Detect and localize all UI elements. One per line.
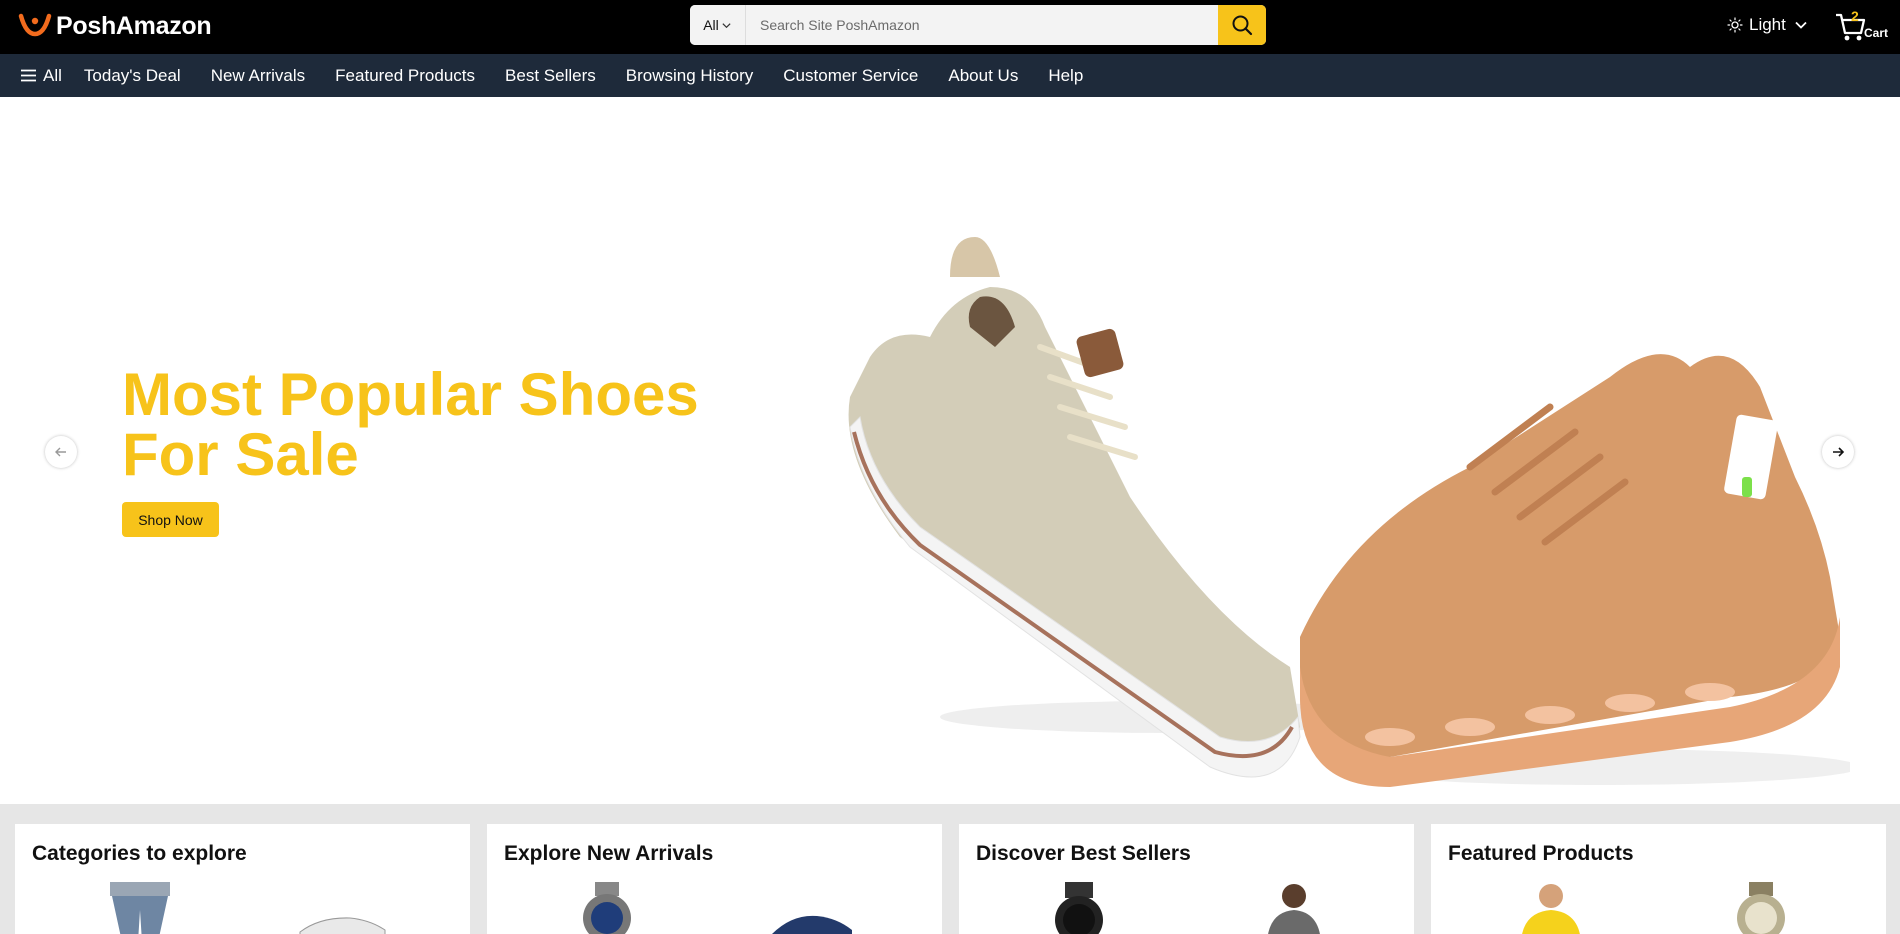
site-logo[interactable]: PoshAmazon: [18, 10, 212, 42]
card-explore-new-arrivals: Explore New Arrivals: [487, 824, 942, 934]
arrow-right-icon: [1833, 447, 1845, 457]
theme-label: Light: [1749, 15, 1786, 34]
nav-item-todays-deal[interactable]: Today's Deal: [84, 66, 181, 86]
hero-title: Most Popular Shoes For Sale: [122, 361, 699, 488]
card-categories-to-explore: Categories to explore: [15, 824, 470, 934]
yellow-shirt-thumbnail[interactable]: [1511, 882, 1591, 934]
card-title[interactable]: Featured Products: [1448, 842, 1634, 866]
tan-shoe-image: [1300, 354, 1850, 787]
nav-item-customer-service[interactable]: Customer Service: [783, 66, 918, 86]
theme-selector[interactable]: Light: [1727, 12, 1810, 38]
cart-label: Cart: [1864, 26, 1889, 40]
hamburger-icon: [21, 69, 36, 82]
sneaker-thumbnail[interactable]: [290, 882, 400, 934]
card-title[interactable]: Categories to explore: [32, 842, 247, 866]
cart-count: 2: [1851, 8, 1859, 24]
nav-item-featured-products[interactable]: Featured Products: [335, 66, 475, 86]
nav-item-browsing-history[interactable]: Browsing History: [626, 66, 754, 86]
card-title[interactable]: Explore New Arrivals: [504, 842, 713, 866]
gold-watch-thumbnail[interactable]: [1721, 882, 1801, 934]
search-category-select[interactable]: All: [690, 5, 746, 45]
chevron-down-icon: [722, 22, 731, 28]
chevron-down-icon: [1795, 21, 1807, 29]
nav-item-help[interactable]: Help: [1048, 66, 1083, 86]
category-cards-strip: Categories to explore Explore New Arriva…: [0, 804, 1900, 934]
navy-sneaker-thumbnail[interactable]: [757, 882, 867, 934]
card-featured-products: Featured Products: [1431, 824, 1886, 934]
search-bar: All: [690, 5, 1266, 45]
nav-item-best-sellers[interactable]: Best Sellers: [505, 66, 596, 86]
all-menu-label: All: [43, 65, 62, 85]
search-input[interactable]: [746, 5, 1218, 45]
top-header: PoshAmazon All Light 2 Cart: [0, 0, 1900, 54]
watch-thumbnail[interactable]: [567, 882, 647, 934]
search-button[interactable]: [1218, 5, 1266, 45]
card-discover-best-sellers: Discover Best Sellers: [959, 824, 1414, 934]
arrow-left-icon: [55, 447, 66, 457]
nav-item-new-arrivals[interactable]: New Arrivals: [211, 66, 305, 86]
hero-shoes-image: [848, 237, 1850, 787]
main-nav: All Today's Deal New Arrivals Featured P…: [0, 54, 1900, 97]
nav-item-about-us[interactable]: About Us: [948, 66, 1018, 86]
logo-text: PoshAmazon: [56, 11, 212, 40]
logo-icon: [18, 13, 52, 37]
hero-carousel: Most Popular Shoes For Sale Shop Now: [0, 97, 1900, 804]
jeans-thumbnail[interactable]: [100, 882, 180, 934]
carousel-prev-button[interactable]: [45, 436, 77, 468]
person-thumbnail[interactable]: [1259, 882, 1329, 934]
search-icon: [1232, 15, 1253, 36]
shop-now-button[interactable]: Shop Now: [122, 502, 219, 537]
carousel-next-button[interactable]: [1822, 436, 1854, 468]
cart-button[interactable]: 2 Cart: [1834, 6, 1894, 46]
sun-icon: [1727, 17, 1743, 33]
card-title[interactable]: Discover Best Sellers: [976, 842, 1191, 866]
all-menu-button[interactable]: All: [20, 66, 62, 86]
black-watch-thumbnail[interactable]: [1039, 882, 1119, 934]
search-category-label: All: [703, 17, 719, 33]
